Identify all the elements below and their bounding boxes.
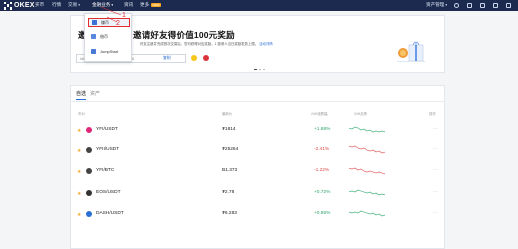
gift-illustration-icon: [397, 41, 425, 62]
change-percent: +0.85%: [314, 211, 331, 216]
favorite-star-icon[interactable]: ★: [77, 148, 81, 154]
market-tabs: 自选 资产: [76, 90, 100, 97]
table-row[interactable]: ★ DASH/USDT ₮6.283 +0.85% ···: [70, 203, 445, 226]
nav-item-trade[interactable]: 交易▾: [68, 2, 80, 8]
tab-favorites[interactable]: 自选: [76, 90, 86, 97]
trend-sparkline: [349, 126, 385, 133]
new-badge: NEW: [151, 3, 161, 7]
nav-item-more[interactable]: 更多: [140, 2, 149, 8]
okex-logo[interactable]: OKEX: [4, 1, 35, 10]
user-icon[interactable]: [454, 3, 459, 8]
trend-sparkline: [349, 167, 385, 175]
nav-asset-management[interactable]: 资产管理▾: [426, 2, 447, 8]
column-header-pair: 币对: [78, 112, 85, 116]
tabs-divider: [70, 101, 445, 102]
nav-item-news[interactable]: 资讯: [124, 2, 133, 8]
more-actions-icon[interactable]: ···: [433, 211, 438, 216]
favorite-star-icon[interactable]: ★: [77, 212, 81, 218]
loan-icon: [91, 34, 96, 39]
column-header-action: 操作: [429, 112, 436, 116]
menu-item-loan[interactable]: 借币: [88, 32, 130, 41]
okex-logo-mark: [4, 1, 12, 10]
coin-logo-icon: [86, 168, 92, 174]
rocket-icon: [91, 49, 96, 54]
more-actions-icon[interactable]: ···: [433, 168, 438, 173]
annotation-arrows: [100, 6, 122, 22]
change-percent: -2.41%: [314, 147, 330, 152]
pair-name[interactable]: EOS/USDT: [96, 190, 121, 195]
favorite-star-icon[interactable]: ★: [77, 169, 81, 175]
table-row[interactable]: ★ YFI/BTC B1.373 -1.22% ···: [70, 160, 445, 183]
change-percent: +0.72%: [314, 190, 331, 195]
menu-item-jumpstart[interactable]: JumpStart: [88, 47, 130, 56]
logo-text: OKEX: [14, 2, 35, 9]
favorite-star-icon[interactable]: ★: [77, 128, 81, 134]
coin-logo-icon: [86, 190, 92, 196]
column-header-price: 最新价: [222, 112, 233, 116]
change-percent: -1.22%: [314, 168, 330, 173]
banner-title: 邀请好友得价值100元奖励: [133, 30, 235, 40]
favorite-star-icon[interactable]: ★: [77, 191, 81, 197]
social-share-icon[interactable]: [191, 55, 197, 61]
menu-item-label: JumpStart: [100, 49, 119, 54]
activity-details-link[interactable]: 活动详情: [259, 42, 273, 46]
bell-icon[interactable]: [480, 3, 485, 8]
more-actions-icon[interactable]: ···: [433, 147, 438, 152]
download-icon[interactable]: [467, 3, 472, 8]
pair-name[interactable]: YFI/USDT: [96, 127, 118, 132]
change-percent: +1.88%: [314, 127, 331, 132]
trend-sparkline: [349, 145, 385, 154]
copy-button[interactable]: 复制: [163, 56, 171, 61]
settings-icon[interactable]: [506, 3, 511, 8]
pair-name[interactable]: YFII/USDT: [96, 147, 119, 152]
top-nav: OKEX 买币 行情 交易▾ 金融业务▾ 资讯 更多 NEW 资产管理▾: [0, 0, 518, 11]
coin-logo-icon: [86, 147, 92, 153]
nav-item-buy[interactable]: 买币: [35, 2, 44, 8]
column-header-change: 24H涨跌幅: [311, 112, 328, 116]
last-price: ₮25264: [222, 147, 239, 152]
globe-icon[interactable]: [493, 3, 498, 8]
column-header-trend: 24H走势: [354, 112, 368, 116]
nav-item-market[interactable]: 行情: [52, 2, 61, 8]
coin-logo-icon: [86, 211, 92, 217]
trend-sparkline: [349, 210, 385, 217]
last-price: B1.373: [222, 168, 238, 173]
last-price: ₮6.283: [222, 211, 237, 216]
last-price: ₮1814: [222, 127, 236, 132]
pair-name[interactable]: DASH/USDT: [96, 211, 124, 216]
last-price: ₮2.78: [222, 190, 235, 195]
carousel-dots[interactable]: [254, 69, 265, 71]
trend-sparkline: [349, 189, 385, 196]
weibo-icon[interactable]: [203, 55, 209, 61]
more-actions-icon[interactable]: ···: [433, 190, 438, 195]
menu-item-label: 借币: [100, 33, 108, 39]
table-row[interactable]: ★ EOS/USDT ₮2.78 +0.72% ···: [70, 182, 445, 205]
pair-name[interactable]: YFI/BTC: [96, 168, 114, 173]
active-tab-indicator: [76, 99, 86, 100]
banner-subtitle: 好友注册并完成首次交易后，您可获得对应奖励。1 邀请人当日奖励发放上限。 活动详…: [140, 42, 273, 46]
more-actions-icon[interactable]: ···: [433, 127, 438, 132]
table-row[interactable]: ★ YFII/USDT ₮25264 -2.41% ···: [70, 139, 445, 162]
tab-assets[interactable]: 资产: [90, 90, 100, 97]
coin-logo-icon: [86, 127, 92, 133]
